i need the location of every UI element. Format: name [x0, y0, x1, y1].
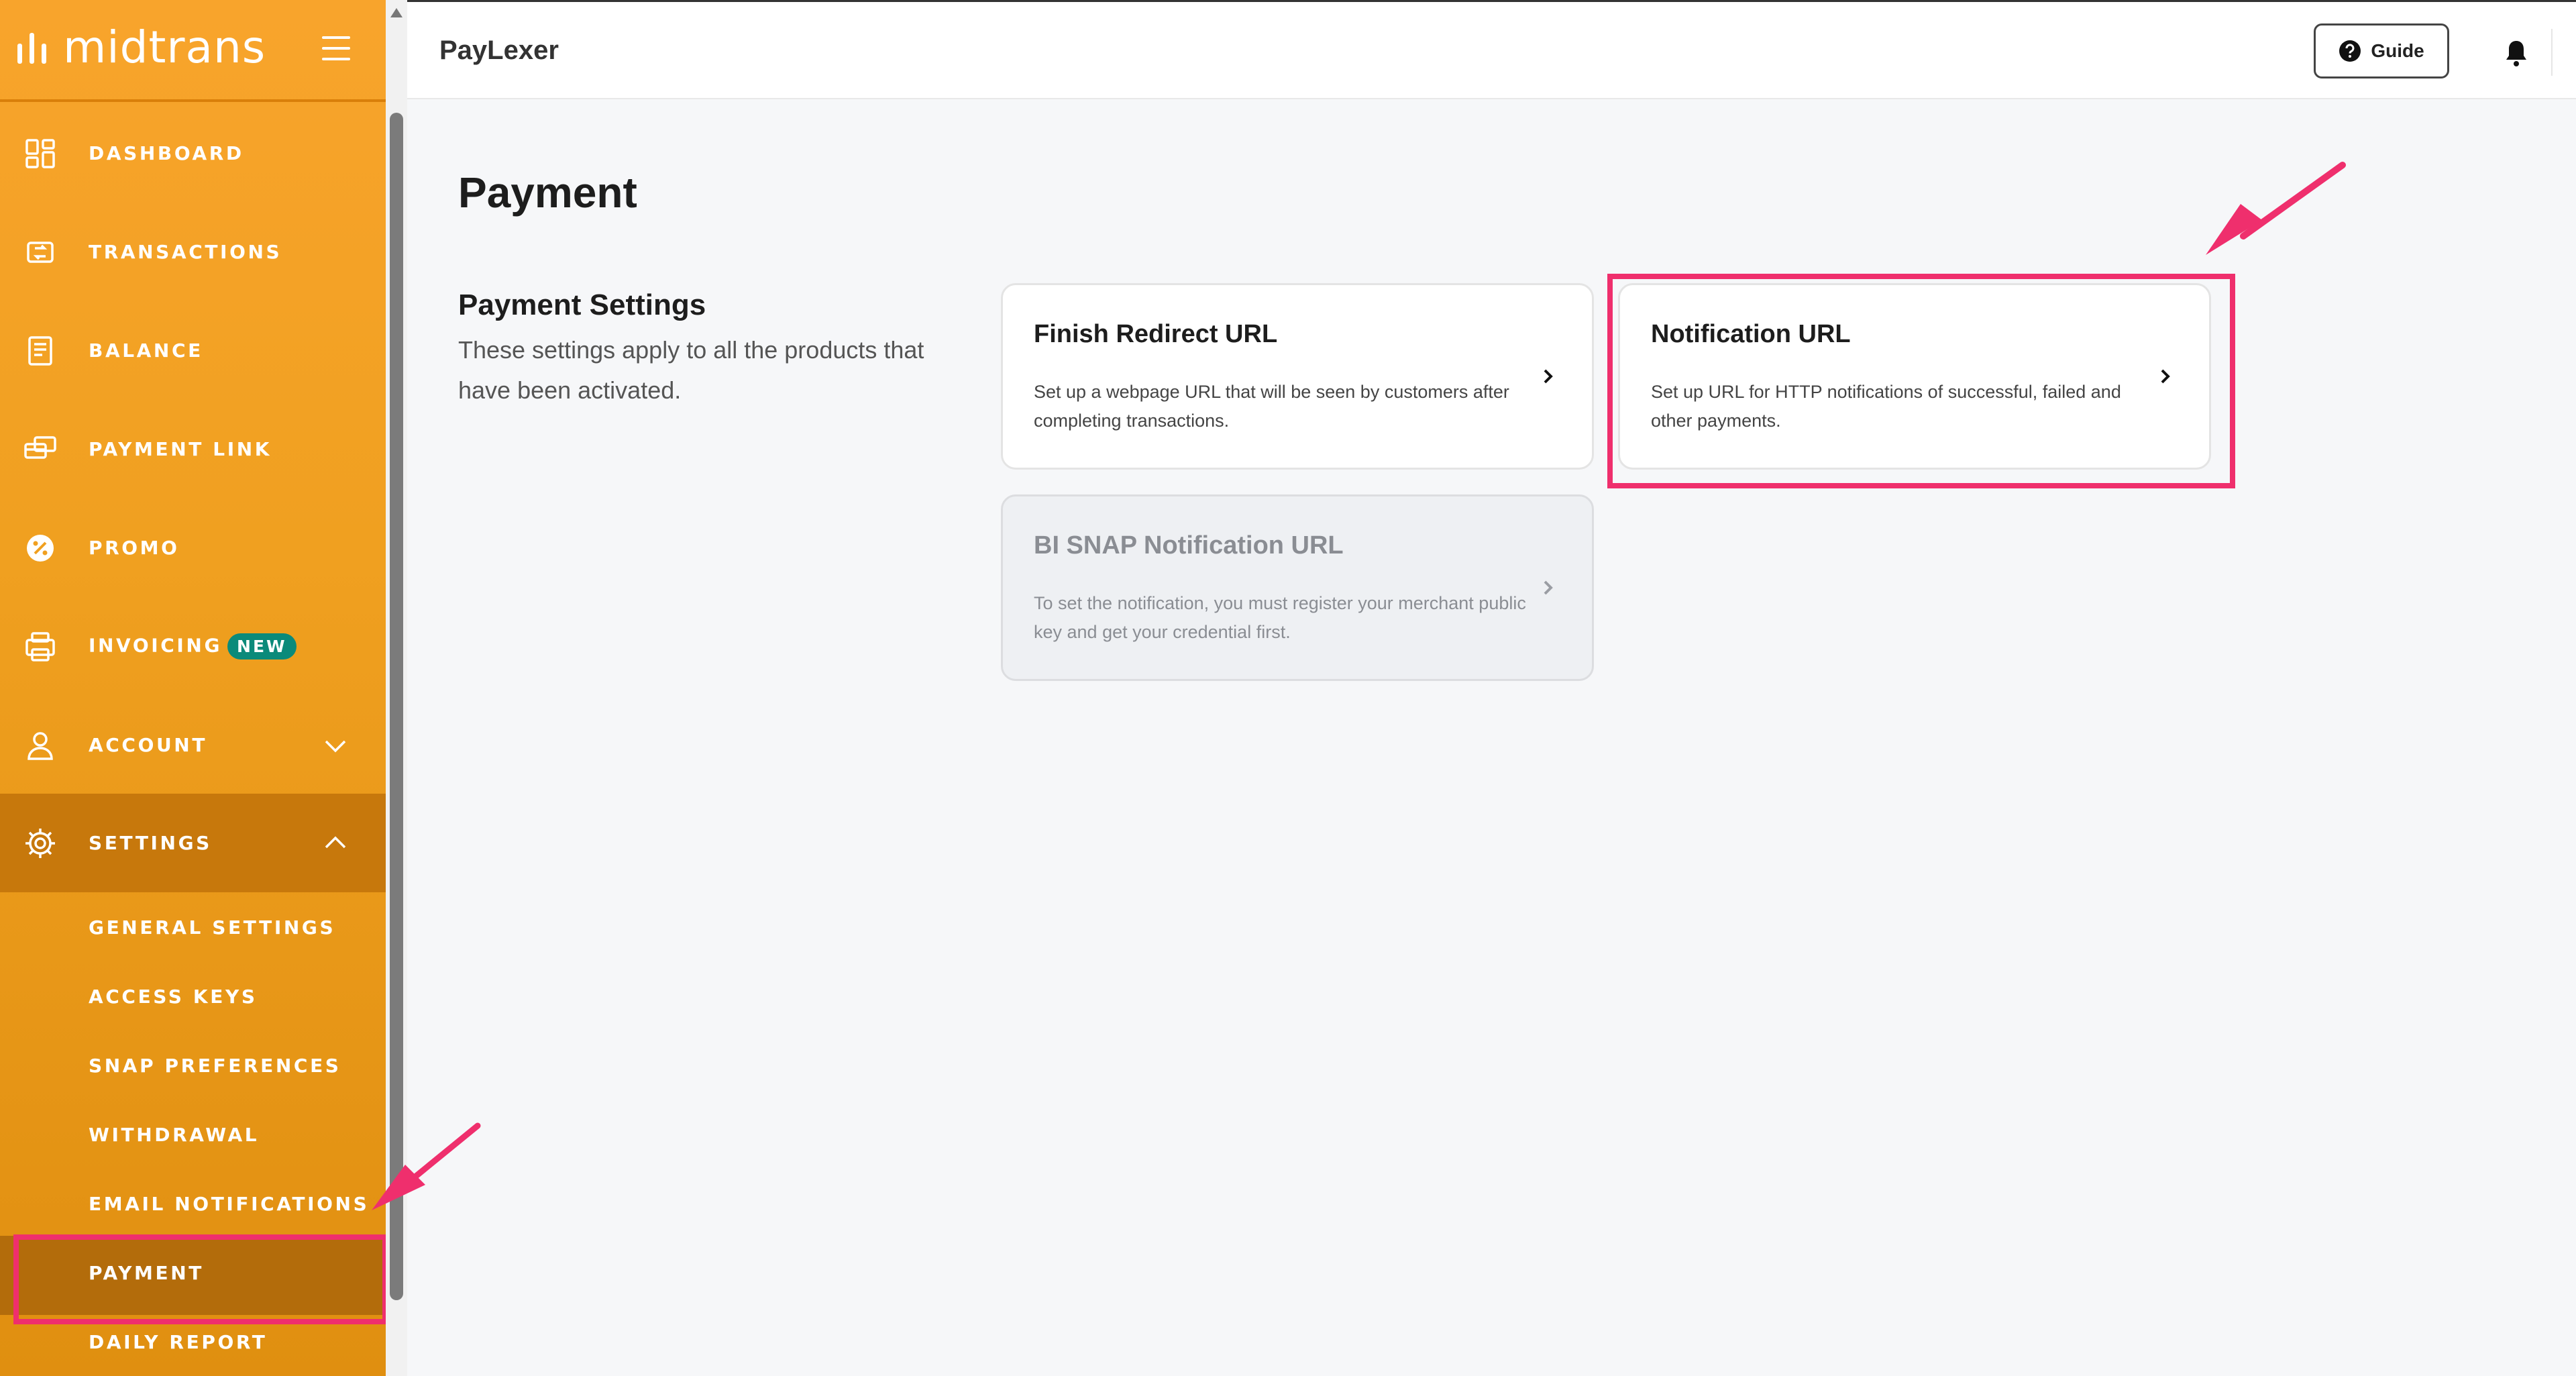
menu-toggle-icon[interactable] [322, 36, 350, 60]
sidebar-item-label: ACCOUNT [89, 734, 208, 756]
sidebar-item-label: PAYMENT LINK [89, 438, 272, 460]
notification-url-highlight-box [1607, 274, 2235, 488]
section-description: These settings apply to all the products… [458, 336, 924, 404]
merchant-name[interactable]: PayLexer [439, 36, 559, 66]
sub-item-withdrawal[interactable]: WITHDRAWAL [89, 1124, 259, 1146]
dashboard-icon [25, 138, 55, 168]
invoicing-icon [25, 631, 55, 661]
account-icon [28, 731, 53, 760]
sidebar-item-promo[interactable]: PROMO [0, 498, 386, 597]
transactions-icon [27, 241, 54, 263]
annotation-arrow-icon [372, 1122, 481, 1210]
top-bar: PayLexer Guide [407, 0, 2576, 99]
midtrans-logo-icon [17, 32, 46, 64]
scroll-up-icon[interactable] [390, 8, 402, 17]
sub-item-general-settings[interactable]: GENERAL SETTINGS [89, 916, 335, 939]
sidebar-item-transactions[interactable]: TRANSACTIONS [0, 203, 386, 301]
chevron-up-icon [325, 836, 346, 848]
chevron-right-icon [1544, 369, 1553, 384]
finish-redirect-url-card[interactable]: Finish Redirect URL Set up a webpage URL… [1001, 283, 1594, 470]
help-icon [2339, 40, 2361, 62]
sidebar: midtrans DASHBOARD TRANSACTIONS BALANCE … [0, 0, 386, 1376]
annotation-arrow-icon [2206, 162, 2346, 255]
sidebar-item-label: INVOICING NEW [89, 633, 297, 659]
card-title: BI SNAP Notification URL [1034, 531, 1344, 560]
sub-item-snap-preferences[interactable]: SNAP PREFERENCES [89, 1055, 341, 1077]
payment-link-icon [24, 435, 56, 459]
sidebar-item-dashboard[interactable]: DASHBOARD [0, 104, 386, 203]
invoicing-label: INVOICING [89, 634, 223, 657]
sidebar-item-label: SETTINGS [89, 832, 212, 854]
gear-icon [25, 828, 55, 858]
logo-bar: midtrans [0, 0, 386, 102]
sidebar-item-invoicing[interactable]: INVOICING NEW [0, 597, 386, 696]
sidebar-item-label: DASHBOARD [89, 142, 244, 164]
page-title: Payment [458, 168, 637, 217]
sidebar-item-label: PROMO [89, 537, 180, 559]
logo-text: midtrans [63, 21, 266, 73]
card-title: Finish Redirect URL [1034, 320, 1278, 348]
bi-snap-notification-url-card: BI SNAP Notification URL To set the noti… [1001, 494, 1594, 681]
chevron-right-icon [1544, 580, 1553, 595]
balance-icon [28, 335, 52, 366]
sidebar-item-payment-link[interactable]: PAYMENT LINK [0, 400, 386, 498]
sidebar-item-label: BALANCE [89, 339, 203, 362]
payment-highlight-box [13, 1234, 388, 1324]
sub-item-access-keys[interactable]: ACCESS KEYS [89, 986, 258, 1008]
promo-icon [27, 534, 54, 562]
chevron-down-icon [325, 740, 346, 752]
guide-label: Guide [2371, 40, 2424, 61]
card-description: Set up a webpage URL that will be seen b… [1034, 382, 1509, 431]
sub-item-daily-report[interactable]: DAILY REPORT [89, 1331, 267, 1353]
bell-icon[interactable] [2503, 38, 2530, 68]
sidebar-item-balance[interactable]: BALANCE [0, 301, 386, 400]
sub-item-email-notifications[interactable]: EMAIL NOTIFICATIONS [89, 1193, 369, 1215]
new-badge: NEW [227, 633, 297, 659]
guide-button[interactable]: Guide [2314, 23, 2449, 78]
midtrans-logo[interactable]: midtrans [13, 21, 266, 73]
sidebar-item-account[interactable]: ACCOUNT [0, 696, 386, 794]
sidebar-item-settings[interactable]: SETTINGS [0, 794, 386, 892]
card-description: To set the notification, you must regist… [1034, 593, 1526, 642]
sidebar-item-label: TRANSACTIONS [89, 241, 282, 263]
section-title: Payment Settings [458, 288, 706, 321]
topbar-divider [2551, 29, 2553, 76]
